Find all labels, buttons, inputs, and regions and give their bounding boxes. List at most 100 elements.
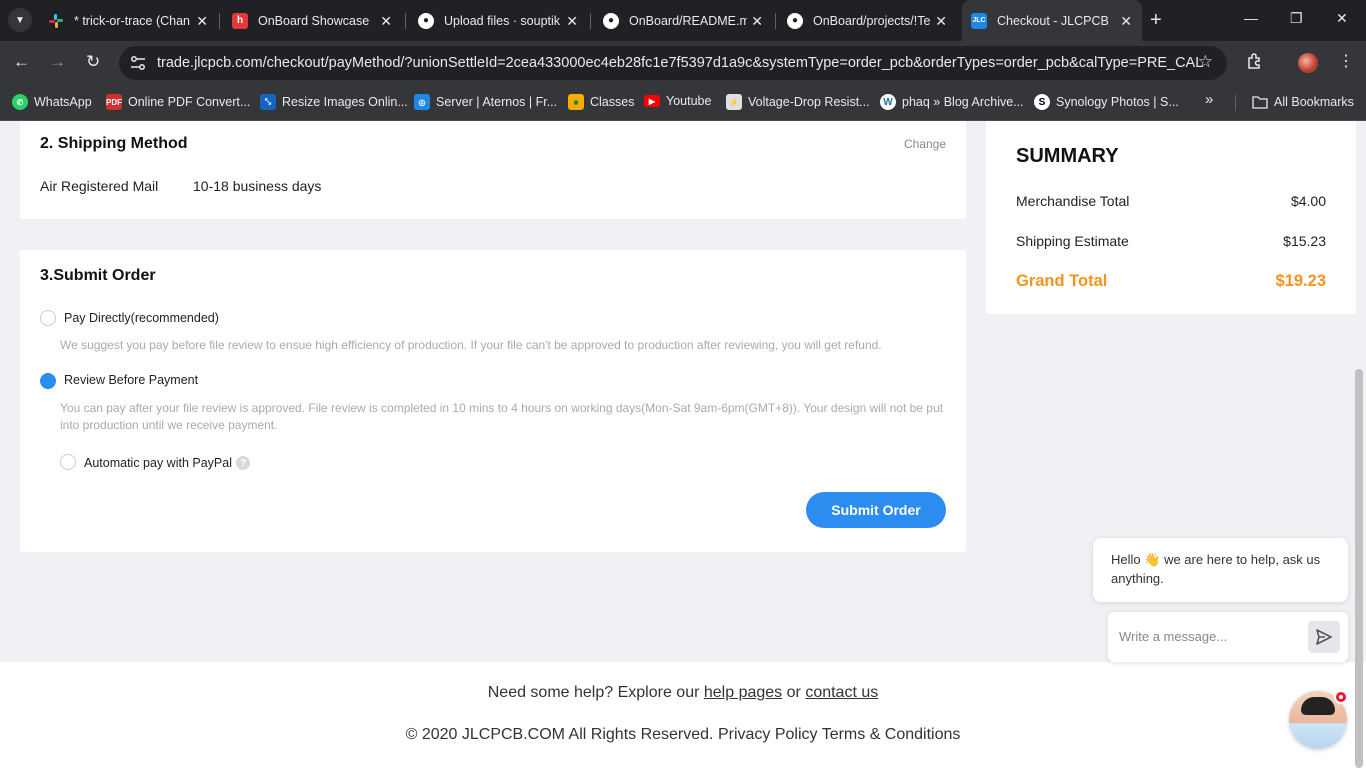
grand-total-label: Grand Total <box>1016 272 1108 290</box>
browser-toolbar: ← → ↻ trade.jlcpcb.com/checkout/payMetho… <box>0 41 1366 85</box>
paypal-auto-radio[interactable] <box>60 454 76 470</box>
forward-icon[interactable]: → <box>49 52 66 72</box>
bookmark-label: Voltage-Drop Resist... <box>748 95 870 109</box>
resize-icon: ⤡ <box>260 94 276 110</box>
tab-separator <box>590 13 591 29</box>
help-or: or <box>786 684 801 701</box>
bookmark-aternos[interactable]: ◎ Server | Aternos | Fr... <box>414 94 557 110</box>
tab-onboard-showcase[interactable]: h OnBoard Showcase ✕ <box>222 6 402 35</box>
tab-label: Checkout - JLCPCB <box>997 13 1109 28</box>
bookmark-label: WhatsApp <box>34 95 92 109</box>
shipping-time: 10-18 business days <box>193 178 322 194</box>
tab-separator <box>775 13 776 29</box>
page-scrollbar[interactable] <box>1355 369 1363 768</box>
merchandise-total-label: Merchandise Total <box>1016 193 1130 209</box>
reload-icon[interactable]: ↻ <box>86 52 100 72</box>
wave-icon: 👋 <box>1144 552 1161 567</box>
bookmark-star-icon[interactable]: ☆ <box>1198 52 1213 72</box>
chevron-more-icon: » <box>1205 91 1214 108</box>
paypal-auto-label[interactable]: Automatic pay with PayPal <box>84 456 232 470</box>
privacy-policy-link[interactable]: Privacy Policy <box>718 726 818 743</box>
checkout-page: 2. Shipping Method Change Air Registered… <box>0 121 1366 768</box>
bookmarks-overflow[interactable]: » <box>1205 91 1213 108</box>
chat-placeholder: Write a message... <box>1119 629 1228 644</box>
restore-icon[interactable]: ❐ <box>1290 10 1303 27</box>
tab-checkout-jlcpcb[interactable]: JLC Checkout - JLCPCB ✕ <box>962 0 1142 41</box>
help-prefix: Need some help? Explore our <box>487 684 700 701</box>
tab-readme[interactable]: ● OnBoard/README.m ✕ <box>593 6 773 35</box>
close-icon[interactable]: ✕ <box>1120 13 1132 30</box>
slack-icon <box>48 13 64 29</box>
voltage-icon: ⚡ <box>726 94 742 110</box>
tab-search-button[interactable]: ▼ <box>8 8 32 32</box>
new-tab-button[interactable]: + <box>1150 9 1162 32</box>
send-icon[interactable] <box>1308 621 1340 653</box>
extensions-icon[interactable] <box>1246 52 1264 75</box>
close-window-icon[interactable]: ✕ <box>1336 10 1348 27</box>
chat-message-input[interactable]: Write a message... <box>1108 612 1348 662</box>
bookmark-label: Youtube <box>666 94 712 108</box>
profile-avatar[interactable] <box>1298 53 1318 73</box>
tab-separator <box>219 13 220 29</box>
pay-directly-description: We suggest you pay before file review to… <box>60 338 882 352</box>
close-icon[interactable]: ✕ <box>566 13 578 30</box>
bookmarks-bar: ✆ WhatsApp PDF Online PDF Convert... ⤡ R… <box>0 85 1366 121</box>
pay-directly-label[interactable]: Pay Directly(recommended) <box>64 311 219 325</box>
help-icon[interactable]: ? <box>236 456 250 470</box>
submit-order-button[interactable]: Submit Order <box>806 492 946 528</box>
bookmark-voltage[interactable]: ⚡ Voltage-Drop Resist... <box>726 94 870 110</box>
tab-label: OnBoard Showcase <box>258 13 370 28</box>
tab-slack[interactable]: * trick-or-trace (Chan ✕ <box>38 6 218 35</box>
bookmark-youtube[interactable]: ▶ Youtube <box>644 94 711 108</box>
change-shipping-link[interactable]: Change <box>904 137 946 151</box>
site-settings-icon[interactable] <box>129 54 147 72</box>
bookmark-label: Classes <box>590 95 635 109</box>
minimize-icon[interactable]: — <box>1244 10 1258 26</box>
pdf-icon: PDF <box>106 94 122 110</box>
back-icon[interactable]: ← <box>13 52 30 72</box>
url-text: trade.jlcpcb.com/checkout/payMethod/?uni… <box>157 55 1204 71</box>
close-icon[interactable]: ✕ <box>935 13 947 30</box>
avatar-hair <box>1301 697 1335 715</box>
shipping-estimate-row: Shipping Estimate $15.23 <box>1016 233 1326 249</box>
bookmark-synology[interactable]: S Synology Photos | S... <box>1034 94 1179 110</box>
shipping-title: 2. Shipping Method <box>40 135 188 152</box>
jlc-icon: JLC <box>971 12 987 29</box>
grand-total-row: Grand Total $19.23 <box>1016 272 1326 291</box>
tab-label: OnBoard/projects/!Te <box>813 13 931 28</box>
help-pages-link[interactable]: help pages <box>704 684 782 701</box>
terms-link[interactable]: Terms & Conditions <box>822 726 961 743</box>
review-before-payment-description: You can pay after your file review is ap… <box>60 401 943 432</box>
merchandise-total-row: Merchandise Total $4.00 <box>1016 193 1326 209</box>
tab-projects[interactable]: ● OnBoard/projects/!Te ✕ <box>777 6 957 35</box>
bookmark-whatsapp[interactable]: ✆ WhatsApp <box>12 94 92 110</box>
tab-strip: ▼ * trick-or-trace (Chan ✕ h OnBoard Sho… <box>0 0 1366 41</box>
bookmark-phaq[interactable]: W phaq » Blog Archive... <box>880 94 1024 110</box>
pay-directly-radio[interactable] <box>40 310 56 326</box>
notification-badge <box>1334 690 1348 704</box>
all-bookmarks[interactable]: All Bookmarks <box>1252 94 1354 110</box>
whatsapp-icon: ✆ <box>12 94 28 110</box>
page-footer: Need some help? Explore our help pages o… <box>0 662 1366 768</box>
review-before-payment-label[interactable]: Review Before Payment <box>64 373 198 387</box>
close-icon[interactable]: ✕ <box>380 13 392 30</box>
bookmark-pdf[interactable]: PDF Online PDF Convert... <box>106 94 250 110</box>
tab-label: OnBoard/README.m <box>629 13 747 28</box>
copyright-line: © 2020 JLCPCB.COM All Rights Reserved. P… <box>0 726 1366 744</box>
bookmark-label: Resize Images Onlin... <box>282 95 408 109</box>
review-before-payment-radio[interactable] <box>40 373 56 389</box>
contact-us-link[interactable]: contact us <box>805 684 878 701</box>
address-bar[interactable]: trade.jlcpcb.com/checkout/payMethod/?uni… <box>119 46 1227 80</box>
github-icon: ● <box>787 12 803 29</box>
close-icon[interactable]: ✕ <box>751 13 763 30</box>
github-icon: ● <box>418 12 434 29</box>
menu-icon[interactable]: ⋮ <box>1338 51 1354 71</box>
bookmark-resize[interactable]: ⤡ Resize Images Onlin... <box>260 94 408 110</box>
synology-icon: S <box>1034 94 1050 110</box>
bookmark-classes[interactable]: ■ Classes <box>568 94 634 110</box>
shipping-estimate-label: Shipping Estimate <box>1016 233 1129 249</box>
bookmark-label: Server | Aternos | Fr... <box>436 95 558 109</box>
submit-title: 3.Submit Order <box>40 267 156 284</box>
close-icon[interactable]: ✕ <box>196 13 208 30</box>
tab-upload-files[interactable]: ● Upload files · souptik ✕ <box>408 6 588 35</box>
